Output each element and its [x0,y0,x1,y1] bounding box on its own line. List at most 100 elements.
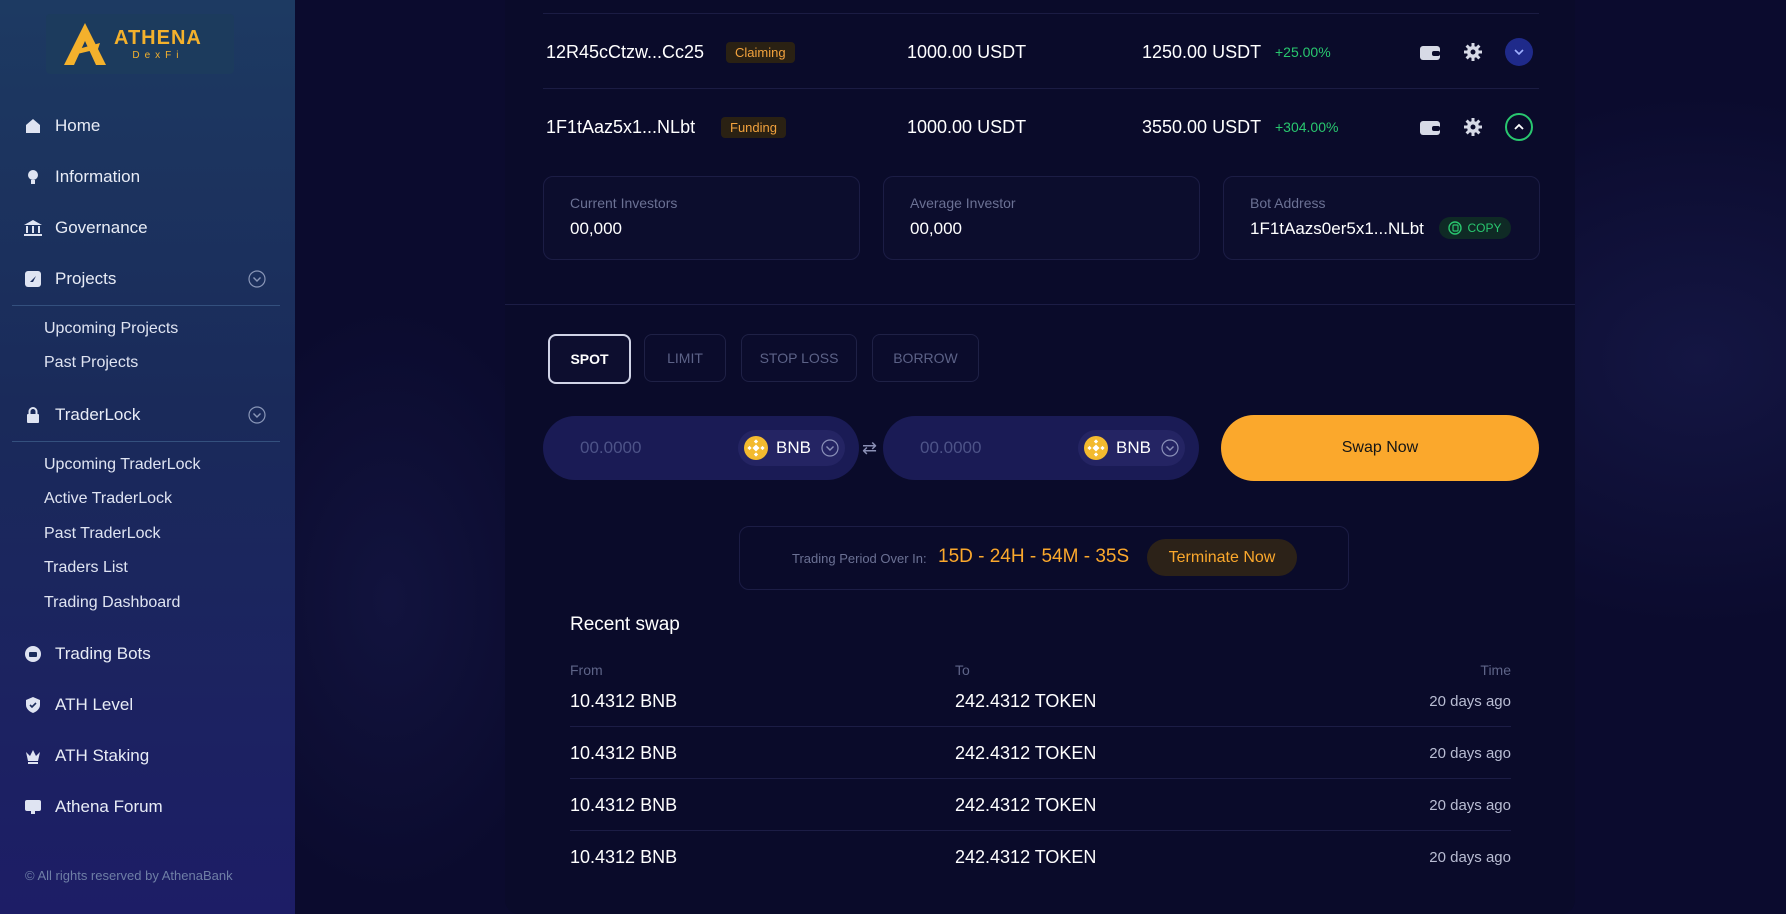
swap-direction-icon[interactable]: ⇄ [862,438,877,459]
swap-time: 20 days ago [1429,849,1511,866]
projects-icon [24,270,42,288]
sidebar-item-label: Home [55,116,101,135]
sidebar-item-governance[interactable]: Governance [24,215,264,241]
status-badge: Claiming [726,41,795,63]
sidebar-item-traderlock[interactable]: TraderLock [24,402,266,429]
expand-toggle-button[interactable] [1505,38,1533,66]
terminate-now-button[interactable]: Terminate Now [1147,539,1297,576]
invested-amount: 1000.00 USDT [907,41,1027,62]
bank-icon [24,219,42,237]
sidebar-subitem-traders-list[interactable]: Traders List [44,559,128,577]
swap-to-amount: 242.4312 TOKEN [955,847,1097,867]
wallet-icon[interactable] [1418,115,1442,139]
copy-address-button[interactable]: COPY [1439,217,1511,239]
swap-now-button[interactable]: Swap Now [1221,415,1539,481]
bot-row[interactable]: 12R45cCtzw...Cc25 Claiming 1000.00 USDT … [543,26,1539,78]
swap-from-field[interactable]: 00.0000 BNB [543,416,859,480]
sidebar-item-label: Projects [55,269,117,288]
chevron-down-icon[interactable] [248,406,266,429]
sidebar-item-information[interactable]: Information [24,164,264,190]
current-investors-box: Current Investors 00,000 [543,176,860,260]
change-percent: +304.00% [1275,119,1339,135]
tab-stop-loss[interactable]: STOP LOSS [741,334,857,382]
sidebar-item-home[interactable]: Home [24,113,264,139]
chevron-down-icon [1161,439,1179,457]
chevron-down-icon[interactable] [248,270,266,293]
swap-time: 20 days ago [1429,797,1511,814]
sidebar-item-projects[interactable]: Projects [24,266,266,293]
brand-subtitle: DexFi [132,50,184,61]
sidebar-item-label: Governance [55,218,148,237]
bot-icon [24,645,42,663]
sidebar-subitem-active-traderlock[interactable]: Active TraderLock [44,490,172,508]
average-investor-label: Average Investor [910,195,1016,211]
sidebar-item-label: Athena Forum [55,797,163,816]
sidebar-item-label: Information [55,167,141,186]
swap-from-input[interactable]: 00.0000 [580,438,641,458]
sidebar-item-ath-staking[interactable]: ATH Staking [24,743,264,769]
swap-time: 20 days ago [1429,693,1511,710]
chevron-down-icon [821,439,839,457]
bot-row[interactable]: 1F1tAaz5x1...NLbt Funding 1000.00 USDT 3… [543,101,1539,153]
wallet-icon[interactable] [1418,40,1442,64]
recent-swap-title: Recent swap [570,614,680,635]
sidebar-subitem-upcoming-projects[interactable]: Upcoming Projects [44,320,178,338]
table-row: 10.4312 BNB 242.4312 TOKEN 20 days ago [570,831,1511,883]
bot-panel: 12R45cCtzw...Cc25 Claiming 1000.00 USDT … [505,0,1575,914]
sidebar-item-trading-bots[interactable]: Trading Bots [24,641,264,667]
crown-icon [24,747,42,765]
sidebar-subitem-past-traderlock[interactable]: Past TraderLock [44,525,161,543]
table-row: 10.4312 BNB 242.4312 TOKEN 20 days ago [570,779,1511,831]
row-divider [543,13,1539,14]
gear-icon[interactable] [1461,115,1485,139]
from-token-select[interactable]: BNB [738,430,845,466]
section-divider [505,304,1575,305]
table-row: 10.4312 BNB 242.4312 TOKEN 20 days ago [570,727,1511,779]
sidebar-item-label: Trading Bots [55,644,151,663]
chevron-up-icon [1505,113,1533,141]
current-value: 3550.00 USDT [1142,116,1262,137]
current-investors-value: 00,000 [570,219,622,238]
tab-spot[interactable]: SPOT [548,334,631,384]
to-token-name: BNB [1116,438,1151,457]
trading-period-label: Trading Period Over In: [792,551,927,566]
sidebar-item-label: ATH Staking [55,746,150,765]
bot-address-value: 1F1tAazs0er5x1...NLbt [1250,219,1424,238]
swap-time: 20 days ago [1429,745,1511,762]
swap-to-amount: 242.4312 TOKEN [955,795,1097,815]
swap-from-amount: 10.4312 BNB [570,691,678,711]
from-token-name: BNB [776,438,811,457]
tab-borrow[interactable]: BORROW [872,334,979,382]
sidebar-subitem-trading-dashboard[interactable]: Trading Dashboard [44,594,180,612]
sidebar-item-ath-level[interactable]: ATH Level [24,692,264,718]
sidebar-subitem-upcoming-traderlock[interactable]: Upcoming TraderLock [44,456,201,474]
bnb-icon [1084,436,1108,460]
shield-icon [24,696,42,714]
brand-name: ATHENA [114,27,202,49]
table-row: 10.4312 BNB 242.4312 TOKEN 20 days ago [570,675,1511,727]
swap-to-input[interactable]: 00.0000 [920,438,981,458]
swap-from-amount: 10.4312 BNB [570,795,678,815]
copy-icon [1448,221,1463,235]
gear-icon[interactable] [1461,40,1485,64]
copy-label: COPY [1467,221,1502,235]
lock-icon [24,406,42,424]
row-divider [543,88,1539,89]
lightbulb-icon [24,168,42,186]
sidebar-item-athena-forum[interactable]: Athena Forum [24,794,264,820]
bot-address-label: Bot Address [1250,195,1326,211]
collapse-toggle-button[interactable] [1505,113,1533,141]
tab-limit[interactable]: LIMIT [644,334,726,382]
sidebar-item-label: TraderLock [55,405,141,424]
trading-period-box: Trading Period Over In: 15D - 24H - 54M … [739,526,1349,590]
to-token-select[interactable]: BNB [1078,430,1185,466]
sidebar-subitem-past-projects[interactable]: Past Projects [44,354,138,372]
current-investors-label: Current Investors [570,195,678,211]
swap-to-field[interactable]: 00.0000 BNB [883,416,1199,480]
bot-address-box: Bot Address 1F1tAazs0er5x1...NLbt COPY [1223,176,1540,260]
invested-amount: 1000.00 USDT [907,116,1027,137]
logo[interactable]: ATHENA DexFi [46,14,234,74]
change-percent: +25.00% [1275,44,1331,60]
sidebar-divider [12,305,280,306]
average-investor-value: 00,000 [910,219,962,238]
